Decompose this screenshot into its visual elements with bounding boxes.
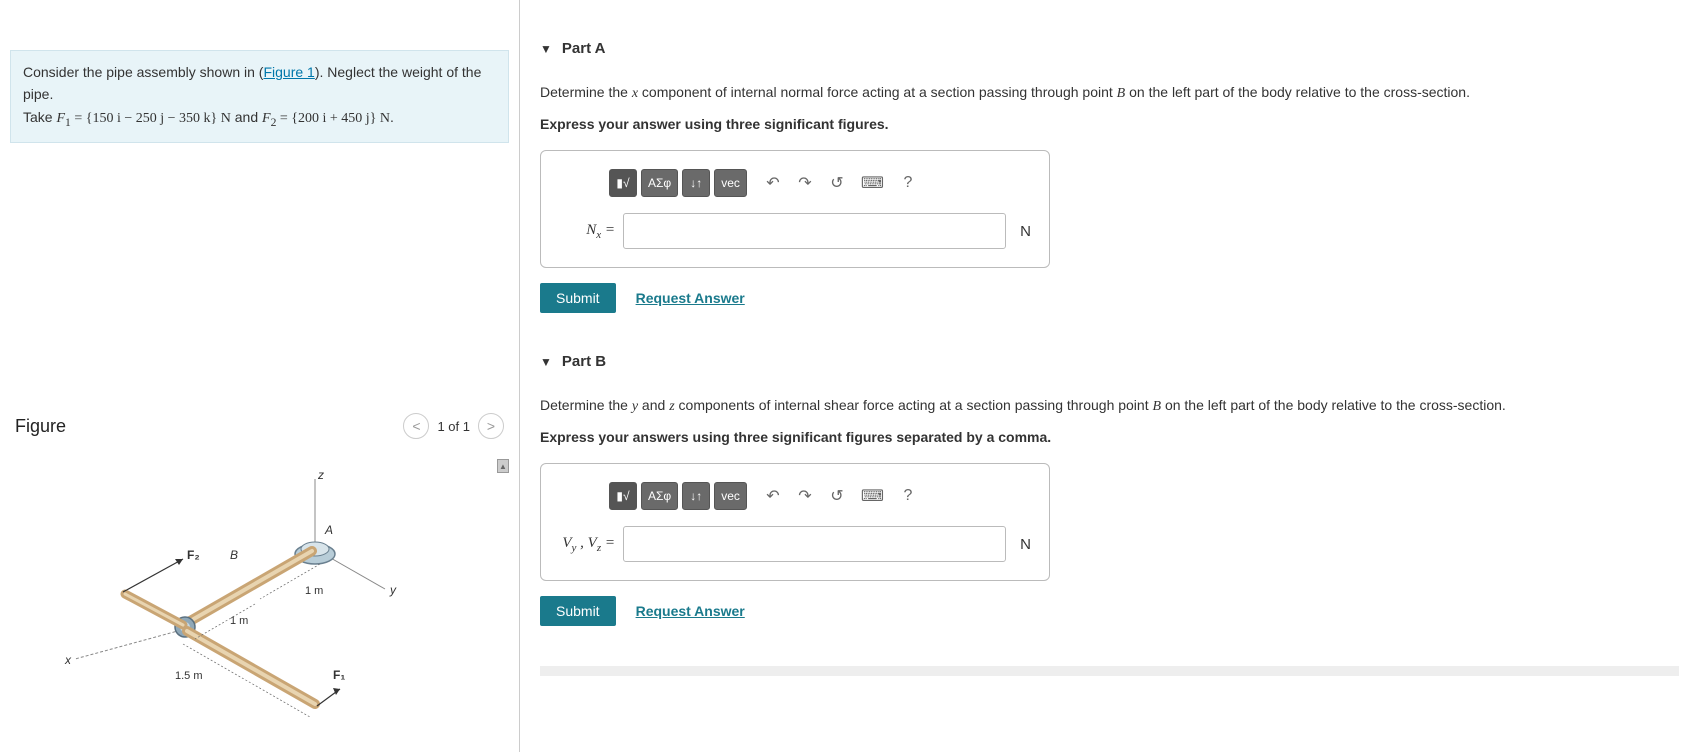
part-a-header[interactable]: ▼ Part A: [540, 40, 1679, 57]
subsup-button[interactable]: ↓↑: [682, 482, 710, 510]
part-a-title: Part A: [562, 40, 606, 57]
greek-button[interactable]: ΑΣφ: [641, 482, 678, 510]
part-a-question: Determine the x component of internal no…: [540, 82, 1679, 104]
axis-z-label: z: [317, 468, 324, 482]
reset-button[interactable]: ↺: [823, 482, 851, 510]
vec-button[interactable]: vec: [714, 482, 747, 510]
request-answer-b-link[interactable]: Request Answer: [636, 603, 745, 619]
figure-prev-button[interactable]: <: [403, 413, 429, 439]
keyboard-button[interactable]: ⌨: [855, 169, 890, 197]
figure-diagram: ▲ z y x A B F₂: [15, 459, 504, 742]
redo-button[interactable]: ↷: [791, 169, 819, 197]
problem-text: Consider the pipe assembly shown in (: [23, 64, 263, 80]
answer-b-label: Vy , Vz =: [559, 535, 615, 554]
answer-a-label: Nx =: [559, 222, 615, 241]
undo-button[interactable]: ↶: [759, 482, 787, 510]
answer-b-unit: N: [1020, 536, 1031, 553]
answer-a-unit: N: [1020, 223, 1031, 240]
axis-x-label: x: [64, 653, 72, 667]
greek-button[interactable]: ΑΣφ: [641, 169, 678, 197]
submit-b-button[interactable]: Submit: [540, 596, 616, 626]
figure-title: Figure: [15, 416, 66, 437]
part-b-header[interactable]: ▼ Part B: [540, 353, 1679, 370]
toolbar-b: ▮√ ΑΣφ ↓↑ vec ↶ ↷ ↺ ⌨ ?: [559, 482, 1031, 510]
caret-down-icon: ▼: [540, 42, 552, 56]
figure-counter: 1 of 1: [437, 419, 470, 434]
dim-1m-b: 1 m: [230, 615, 248, 627]
redo-button[interactable]: ↷: [791, 482, 819, 510]
subsup-button[interactable]: ↓↑: [682, 169, 710, 197]
help-button[interactable]: ?: [894, 482, 922, 510]
toolbar-a: ▮√ ΑΣφ ↓↑ vec ↶ ↷ ↺ ⌨ ?: [559, 169, 1031, 197]
answer-a-input[interactable]: [623, 213, 1006, 249]
caret-down-icon: ▼: [540, 355, 552, 369]
point-b-label: B: [230, 548, 238, 562]
force-f1-label: F₁: [333, 668, 345, 682]
force-f2-label: F₂: [187, 548, 200, 562]
part-b-section: ▼ Part B Determine the y and z component…: [540, 353, 1679, 626]
dim-1m-a: 1 m: [305, 585, 323, 597]
templates-button[interactable]: ▮√: [609, 482, 637, 510]
undo-button[interactable]: ↶: [759, 169, 787, 197]
figure-next-button[interactable]: >: [478, 413, 504, 439]
part-a-answer-box: ▮√ ΑΣφ ↓↑ vec ↶ ↷ ↺ ⌨ ? Nx = N: [540, 150, 1050, 268]
scroll-up-icon[interactable]: ▲: [497, 459, 509, 473]
part-b-question: Determine the y and z components of inte…: [540, 395, 1679, 417]
problem-statement: Consider the pipe assembly shown in (Fig…: [10, 50, 509, 143]
part-a-section: ▼ Part A Determine the x component of in…: [540, 40, 1679, 313]
vec-button[interactable]: vec: [714, 169, 747, 197]
part-b-answer-box: ▮√ ΑΣφ ↓↑ vec ↶ ↷ ↺ ⌨ ? Vy , Vz = N: [540, 463, 1050, 581]
part-b-instruction: Express your answers using three signifi…: [540, 429, 1679, 445]
part-b-title: Part B: [562, 353, 606, 370]
figure-link[interactable]: Figure 1: [263, 64, 314, 80]
axis-y-label: y: [389, 583, 397, 597]
section-divider: [540, 666, 1679, 676]
request-answer-a-link[interactable]: Request Answer: [636, 290, 745, 306]
submit-a-button[interactable]: Submit: [540, 283, 616, 313]
help-button[interactable]: ?: [894, 169, 922, 197]
reset-button[interactable]: ↺: [823, 169, 851, 197]
part-a-instruction: Express your answer using three signific…: [540, 116, 1679, 132]
point-a-label: A: [324, 523, 333, 537]
answer-b-input[interactable]: [623, 526, 1006, 562]
keyboard-button[interactable]: ⌨: [855, 482, 890, 510]
dim-15m: 1.5 m: [175, 670, 203, 682]
templates-button[interactable]: ▮√: [609, 169, 637, 197]
